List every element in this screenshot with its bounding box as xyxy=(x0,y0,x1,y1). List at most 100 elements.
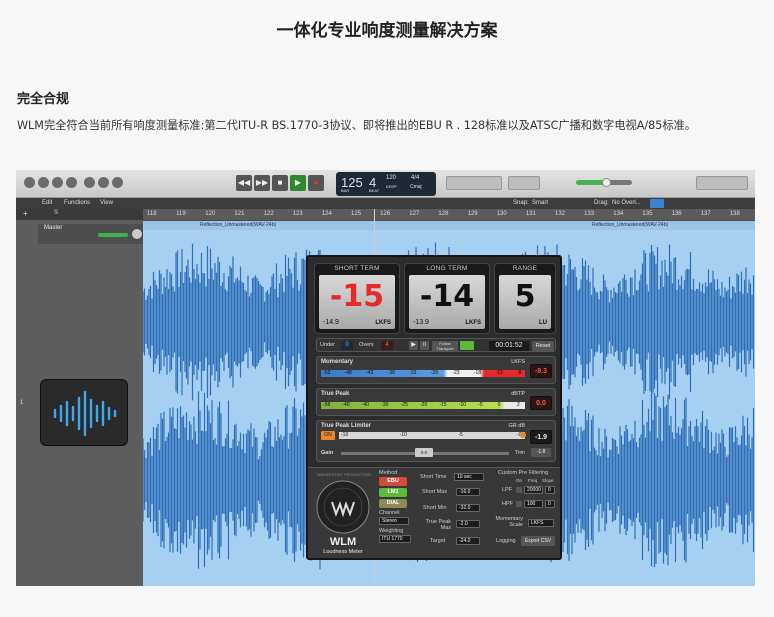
meter-scale-label: -5 xyxy=(458,432,463,438)
ruler-mark: 125 xyxy=(351,211,362,217)
help-icon[interactable] xyxy=(52,177,63,188)
menu-functions[interactable]: Functions xyxy=(64,200,90,206)
master-volume-knob[interactable] xyxy=(602,178,611,187)
toolbar-icon[interactable] xyxy=(66,177,77,188)
master-volume-slider[interactable] xyxy=(576,178,632,187)
weighting-select[interactable]: ITU 1770 xyxy=(379,535,411,543)
wlm-plugin-window: SHORT TERM -15 -14.9 LKFS LONG TERM -14 … xyxy=(306,255,562,560)
method-label: Method xyxy=(379,470,398,476)
prefilter-label: Custom Pre Filtering xyxy=(498,470,549,476)
editors-icon[interactable] xyxy=(112,177,123,188)
hpf-on-toggle[interactable] xyxy=(516,501,522,507)
browser-buttons[interactable] xyxy=(696,176,748,190)
audio-region-header[interactable]: Reflection_Unmastered(WAV-24b) Reflectio… xyxy=(143,221,755,230)
short-term-value: -15 xyxy=(329,279,385,314)
master-track-volume[interactable] xyxy=(98,233,128,237)
range-title: RANGE xyxy=(512,265,538,272)
hpf-freq-field[interactable]: 100 xyxy=(524,500,543,508)
target-label: Target xyxy=(430,538,446,544)
ruler-mark: 121 xyxy=(234,211,245,217)
add-track-icon[interactable]: + xyxy=(23,209,28,218)
master-track-header[interactable]: Master xyxy=(38,224,143,244)
rewind-button[interactable]: ◀◀ xyxy=(236,175,252,191)
meter-scale-label: -48 xyxy=(344,370,352,376)
meter-scale-label: -38 xyxy=(387,370,395,376)
gain-slider[interactable]: 0.0 xyxy=(341,448,509,457)
ruler-mark: 130 xyxy=(496,211,507,217)
meter-scale-label: -53 xyxy=(323,370,331,376)
channel-select[interactable]: Stereo xyxy=(379,517,409,525)
elapsed-time: 00:01:52 xyxy=(489,341,529,351)
wlm-subtitle: Loudness Meter xyxy=(323,549,363,555)
limiter-on-button[interactable]: ON xyxy=(321,431,335,440)
count-in-control[interactable] xyxy=(508,176,540,190)
follow-transport-led[interactable] xyxy=(460,341,474,350)
short-max-field[interactable]: -16.0 xyxy=(456,488,480,496)
wlm-settings-panel: WAVES POST PRODUCTION WLM Loudness Meter… xyxy=(308,467,560,558)
page-title: 一体化专业响度测量解决方案 xyxy=(276,21,498,41)
record-button[interactable]: ● xyxy=(308,175,324,191)
wlm-play-button[interactable]: ▶ xyxy=(409,341,418,350)
meter-scale-label: -13 xyxy=(495,370,503,376)
meter-scale-label: -30 xyxy=(381,402,389,408)
daw-toolbar: ◀◀ ▶▶ ■ ▶ ● 125 4 BAR BEAT 120 KEEP 4/4 … xyxy=(16,170,755,198)
export-csv-button[interactable]: Export CSV xyxy=(521,536,555,546)
library-icon[interactable] xyxy=(24,177,35,188)
short-term-title: SHORT TERM xyxy=(334,265,380,272)
fast-forward-button[interactable]: ▶▶ xyxy=(254,175,270,191)
lpf-freq-field[interactable]: 20000 xyxy=(524,486,543,494)
method-lm1-button[interactable]: LM1 xyxy=(379,488,407,497)
short-min-field[interactable]: -32.0 xyxy=(456,504,480,512)
range-unit: LU xyxy=(539,320,547,326)
menu-view[interactable]: View xyxy=(100,200,113,206)
smart-controls-icon[interactable] xyxy=(84,177,95,188)
short-time-select[interactable]: 10 sec xyxy=(454,473,484,481)
wlm-pause-button[interactable]: II xyxy=(420,341,429,350)
trim-value[interactable]: -1.8 xyxy=(531,448,551,457)
follow-transport-button[interactable]: Follow Transport xyxy=(432,341,458,351)
momentary-scale-select[interactable]: LKFS xyxy=(528,519,554,527)
short-max-label: Short Max xyxy=(422,489,448,495)
mixer-icon[interactable] xyxy=(98,177,109,188)
short-term-screen: -15 -14.9 LKFS xyxy=(319,275,395,329)
short-term-meter: SHORT TERM -15 -14.9 LKFS xyxy=(314,263,400,334)
section-paragraph: WLM完全符合当前所有响度测量标准:第二代ITU-R BS.1770-3协议、即… xyxy=(17,119,696,132)
channel-label: Channel xyxy=(379,510,400,516)
snap-select[interactable]: Smart xyxy=(532,200,548,206)
menu-edit[interactable]: Edit xyxy=(42,200,52,206)
lpf-slope-field[interactable]: 0 xyxy=(545,486,555,494)
lpf-label: LPF xyxy=(502,487,513,493)
hpf-label: HPF xyxy=(502,501,513,507)
ruler-mark: 134 xyxy=(613,211,624,217)
true-peak-max-field[interactable]: -2.0 xyxy=(456,520,480,528)
ruler-mark: 119 xyxy=(176,211,186,217)
prefilter-on-col: On xyxy=(516,478,523,483)
master-pan-knob[interactable] xyxy=(132,229,142,239)
gain-slider-handle[interactable]: 0.0 xyxy=(415,448,433,457)
long-term-meter: LONG TERM -14 -13.9 LKFS xyxy=(404,263,490,334)
meter-scale-label: -8 xyxy=(517,370,522,376)
true-peak-meter: True Peak dBTP -58 -48 -40 -30 -25 -20 -15 -10-… xyxy=(316,388,556,416)
region-label: Reflection_Unmastered(WAV-24b) xyxy=(592,222,669,228)
wlm-transport-row: Under 0 Overs 4 ▶ II Follow Transport 00… xyxy=(316,338,556,352)
target-field[interactable]: -24.0 xyxy=(456,537,480,545)
hpf-slope-field[interactable]: 0 xyxy=(545,500,555,508)
timeline-ruler[interactable]: 118 119 120 121 122 123 124 125 126 127 128 129 130 1… xyxy=(143,209,755,220)
inspector-icon[interactable] xyxy=(38,177,49,188)
lcd-display: 125 4 BAR BEAT 120 KEEP 4/4 Cmaj xyxy=(336,172,436,196)
stop-button[interactable]: ■ xyxy=(272,175,288,191)
catch-button[interactable] xyxy=(650,199,664,208)
method-dial-button[interactable]: DIAL xyxy=(379,499,407,508)
under-label: Under xyxy=(320,342,335,348)
ruler-mark: 118 xyxy=(147,211,157,217)
solo-icon[interactable]: S xyxy=(54,210,58,216)
toolbar-controls[interactable] xyxy=(446,176,502,190)
long-term-title: LONG TERM xyxy=(426,265,468,272)
play-button[interactable]: ▶ xyxy=(290,175,306,191)
master-track-name: Master xyxy=(44,225,63,231)
meter-scale-label: -25 xyxy=(400,402,408,408)
reset-button[interactable]: Reset xyxy=(532,341,554,351)
drag-select[interactable]: No Overl... xyxy=(612,200,641,206)
method-ebu-button[interactable]: EBU xyxy=(379,477,407,486)
lpf-on-toggle[interactable] xyxy=(516,487,522,493)
